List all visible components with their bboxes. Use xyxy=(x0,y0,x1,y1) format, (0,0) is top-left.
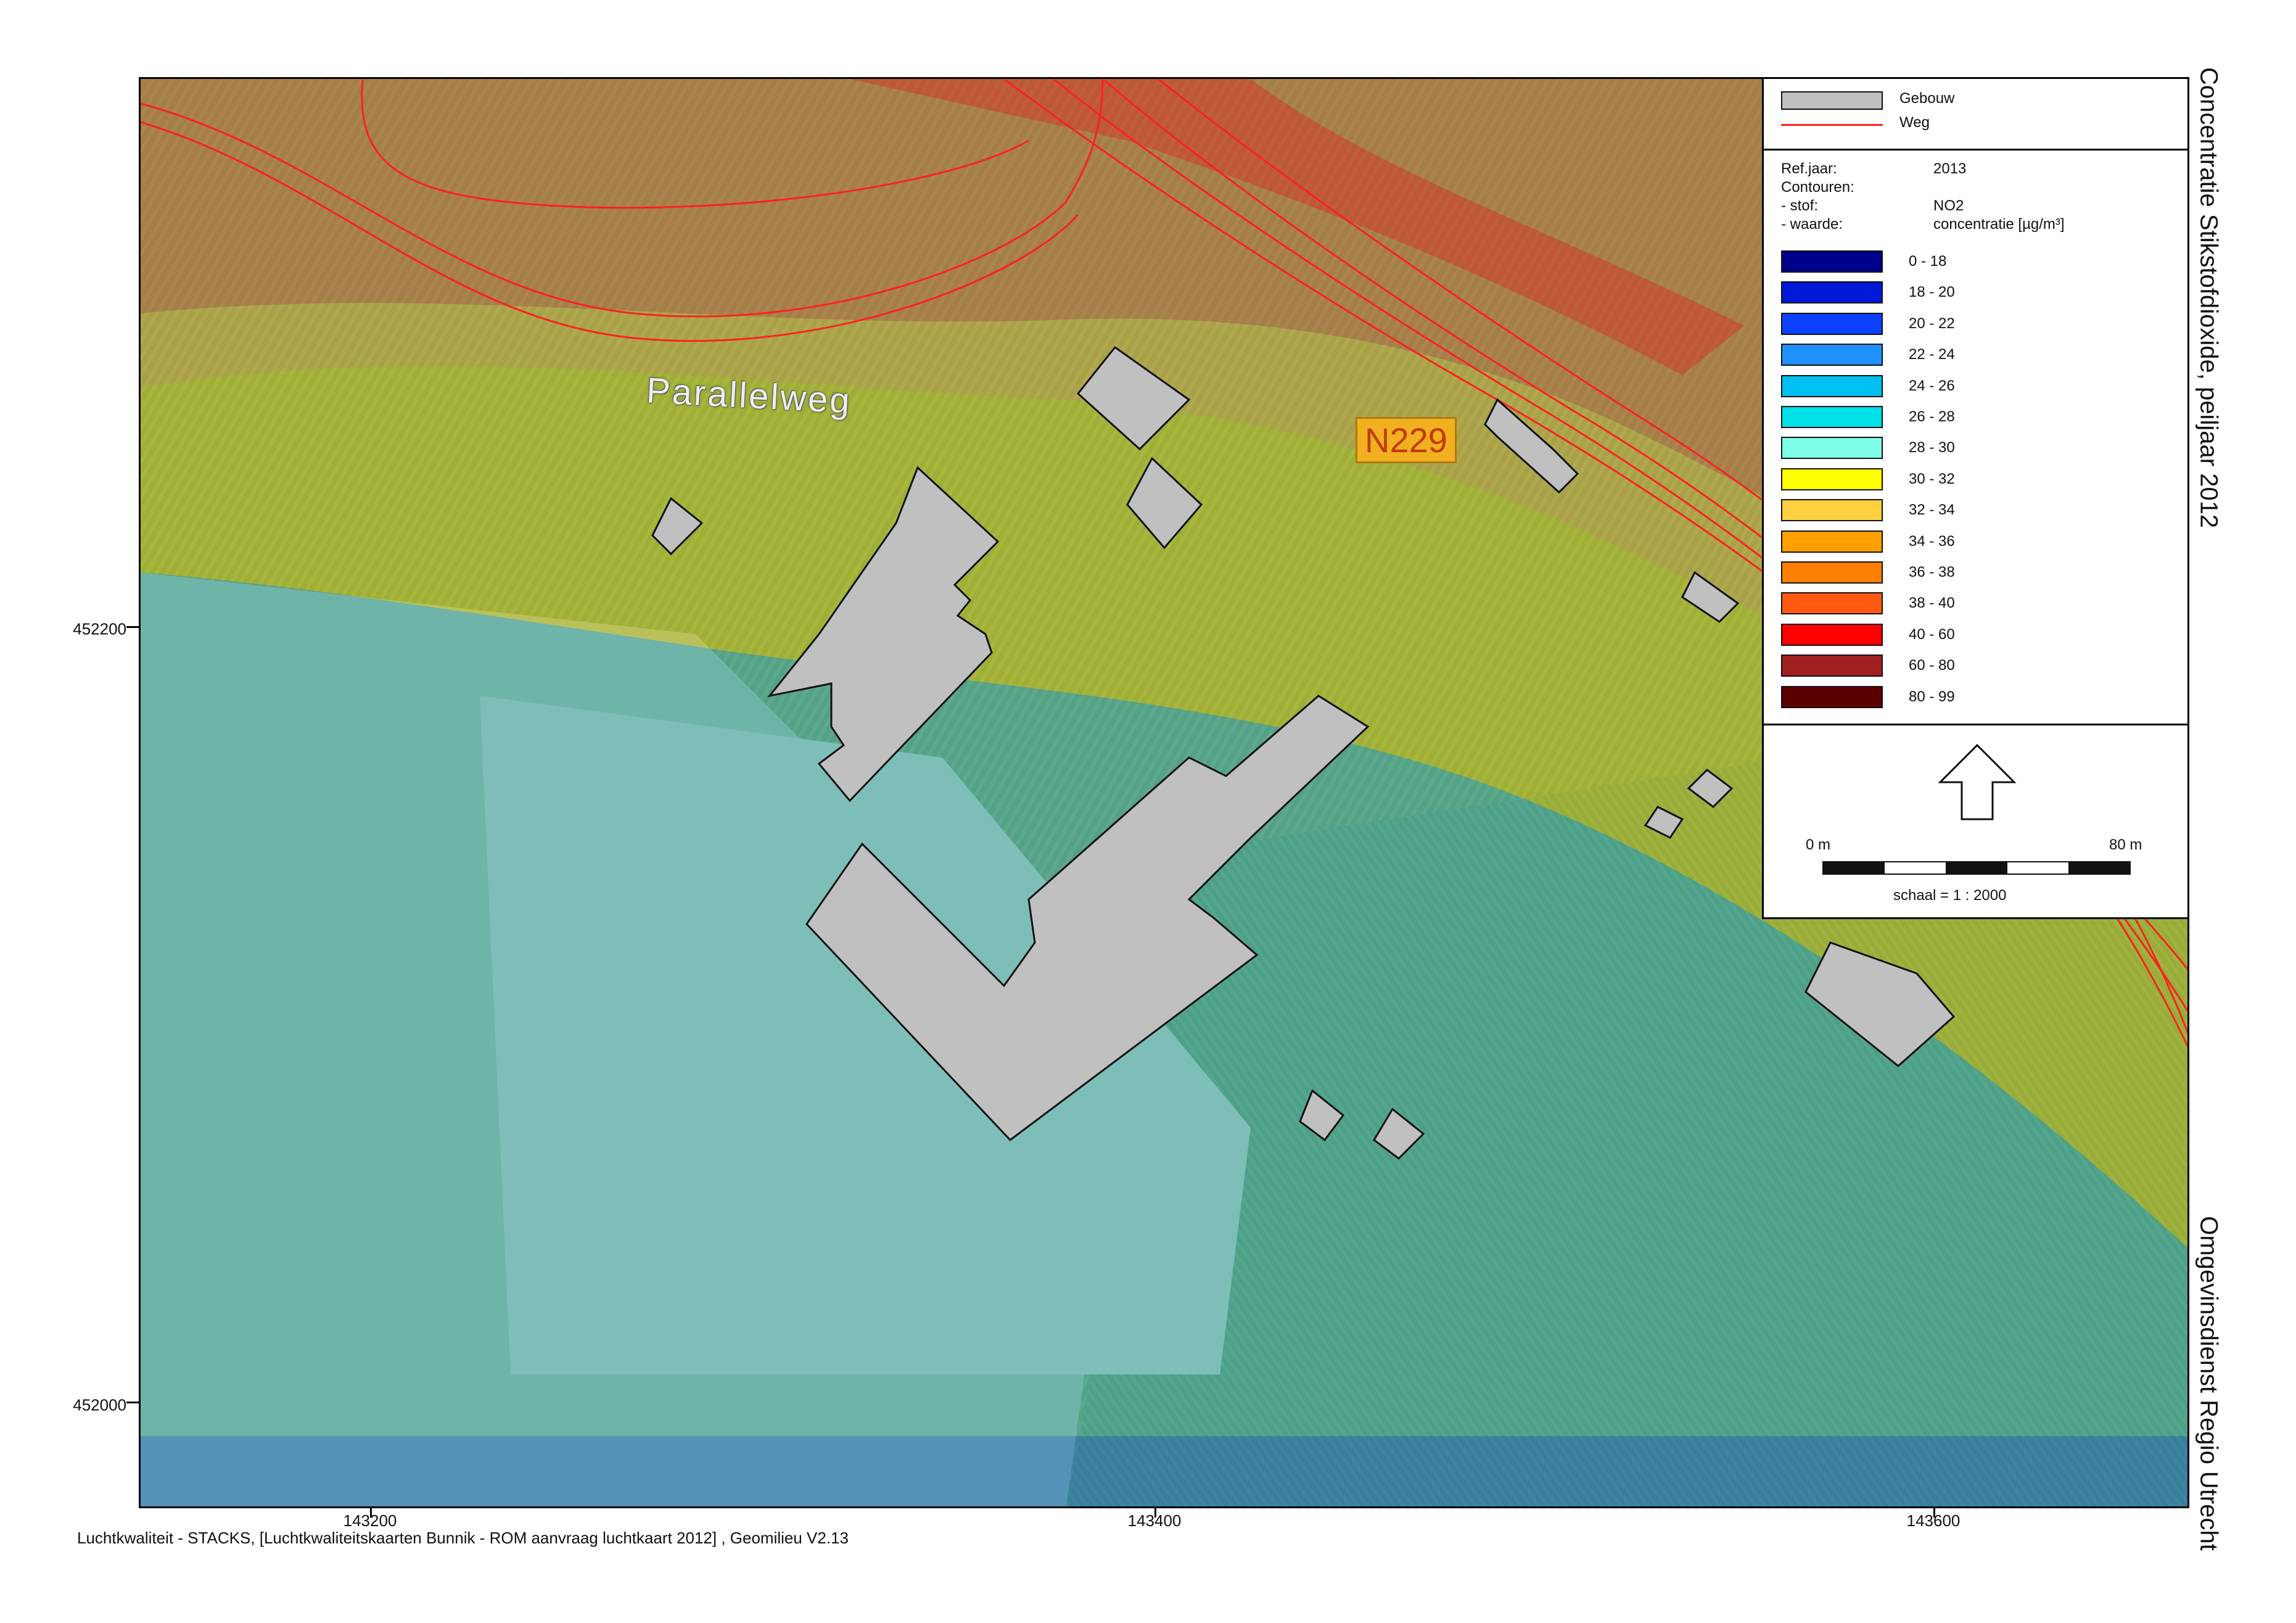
legend-swatch xyxy=(1781,312,1883,335)
footer-source-text: Luchtkwaliteit - STACKS, [Luchtkwaliteit… xyxy=(77,1529,849,1547)
legend-swatch xyxy=(1781,685,1883,708)
legend-class-label: 32 - 34 xyxy=(1909,502,1955,519)
legend-class-label: 28 - 30 xyxy=(1909,439,1955,456)
scale-text: schaal = 1 : 2000 xyxy=(1893,887,2007,904)
legend-class-label: 60 - 80 xyxy=(1909,657,1955,674)
scale-end-label: 80 m xyxy=(2109,836,2142,853)
legend-swatch xyxy=(1781,406,1883,428)
waarde-value: concentratie [µg/m³] xyxy=(1933,216,2065,233)
legend-class-label: 38 - 40 xyxy=(1909,595,1955,612)
waarde-label: - waarde: xyxy=(1781,216,1843,233)
legend-swatch xyxy=(1781,530,1883,553)
y-tick xyxy=(126,1402,139,1403)
legend-class-label: 20 - 22 xyxy=(1909,315,1955,332)
y-tick-label: 452000 xyxy=(73,1395,126,1414)
legend-divider xyxy=(1764,724,2187,725)
x-tick-label: 143200 xyxy=(343,1511,397,1530)
legend-panel: Gebouw Weg Ref.jaar: 2013 Contouren: - s… xyxy=(1762,77,2189,919)
legend-divider xyxy=(1764,149,2187,151)
road-number-label: N229 xyxy=(1356,417,1457,463)
organisation-label: Omgevinsdienst Regio Utrecht xyxy=(2195,1216,2223,1551)
stof-value: NO2 xyxy=(1933,197,1964,214)
legend-swatch xyxy=(1781,561,1883,584)
legend-swatch xyxy=(1781,437,1883,460)
y-tick xyxy=(126,626,139,628)
legend-class-label: 22 - 24 xyxy=(1909,346,1955,363)
building-legend-label: Gebouw xyxy=(1899,90,1955,107)
legend-swatch xyxy=(1781,592,1883,615)
legend-swatch xyxy=(1781,281,1883,304)
legend-class-label: 34 - 36 xyxy=(1909,532,1955,550)
legend-swatch xyxy=(1781,374,1883,397)
legend-class-label: 18 - 20 xyxy=(1909,284,1955,301)
refjaar-value: 2013 xyxy=(1933,160,1967,177)
legend-class-label: 26 - 28 xyxy=(1909,408,1955,425)
refjaar-label: Ref.jaar: xyxy=(1781,160,1837,177)
legend-swatch xyxy=(1781,655,1883,677)
building-symbol xyxy=(1781,91,1883,110)
legend-swatch xyxy=(1781,344,1883,366)
contouren-label: Contouren: xyxy=(1781,179,1854,196)
map-title: Concentratie Stikstofdioxide, peiljaar 2… xyxy=(2195,67,2223,529)
y-tick-label: 452200 xyxy=(73,619,126,638)
stof-label: - stof: xyxy=(1781,197,1819,214)
legend-swatch xyxy=(1781,623,1883,646)
scale-start-label: 0 m xyxy=(1806,836,1831,853)
legend-class-label: 24 - 26 xyxy=(1909,377,1955,394)
legend-class-label: 30 - 32 xyxy=(1909,470,1955,487)
legend-class-label: 36 - 38 xyxy=(1909,564,1955,580)
legend-swatch xyxy=(1781,250,1883,273)
road-legend-label: Weg xyxy=(1899,114,1930,131)
legend-class-label: 0 - 18 xyxy=(1909,253,1947,270)
x-tick-label: 143600 xyxy=(1906,1511,1961,1530)
road-symbol xyxy=(1781,124,1883,126)
legend-swatch xyxy=(1781,468,1883,490)
north-arrow-icon xyxy=(1938,743,2017,820)
legend-swatch xyxy=(1781,499,1883,522)
contour-22-24 xyxy=(141,1436,2187,1506)
legend-class-label: 80 - 99 xyxy=(1909,688,1955,705)
scale-bar xyxy=(1822,861,2131,875)
legend-class-label: 40 - 60 xyxy=(1909,626,1955,643)
x-tick-label: 143400 xyxy=(1127,1511,1182,1530)
